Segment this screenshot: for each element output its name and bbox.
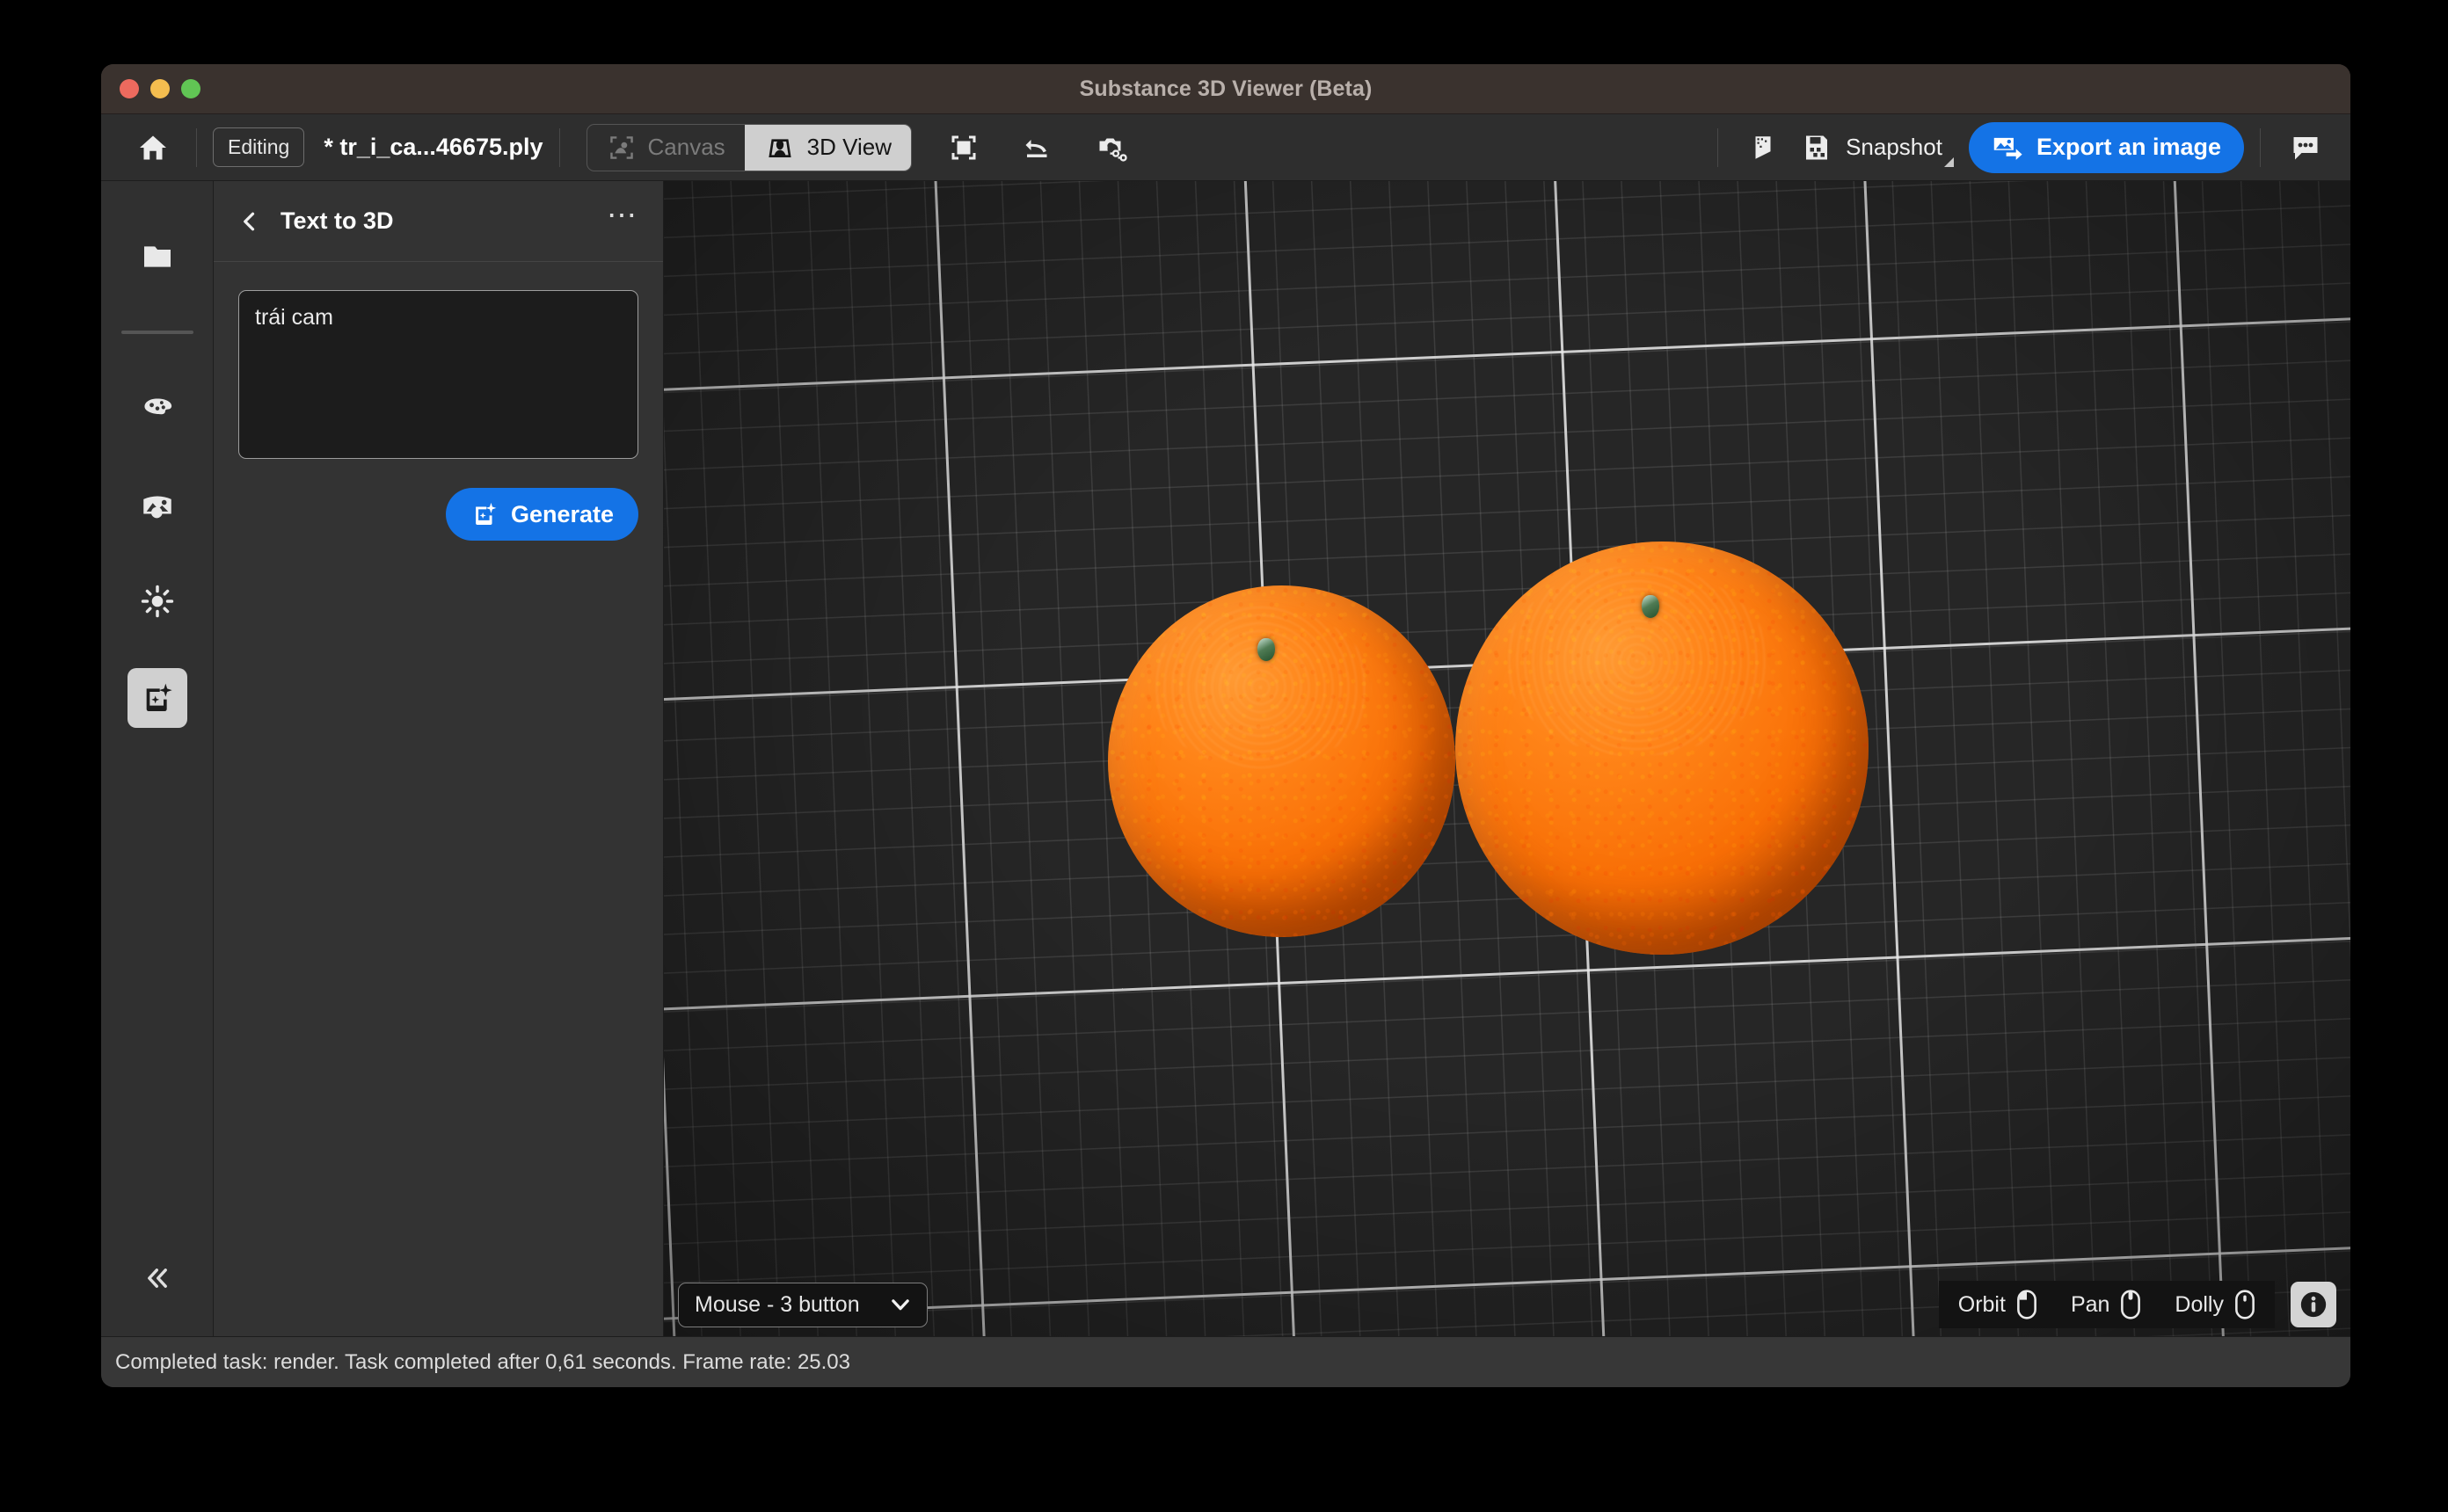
tab-3d-view[interactable]: 3D View xyxy=(744,124,912,171)
snapshot-button[interactable]: Snapshot xyxy=(1792,125,1956,171)
3d-viewport[interactable]: Mouse - 3 button Orbit Pan Dolly xyxy=(664,181,2350,1336)
orange-left-stem xyxy=(1257,638,1275,661)
generate-sparkle-icon xyxy=(146,683,172,711)
generate-sparkle-icon xyxy=(476,502,497,525)
zoom-button[interactable] xyxy=(181,79,200,98)
navigation-hints: Orbit Pan Dolly xyxy=(1938,1281,2275,1328)
prompt-input[interactable] xyxy=(238,290,638,459)
window-title: Substance 3D Viewer (Beta) xyxy=(1079,76,1373,101)
status-bar: Completed task: render. Task completed a… xyxy=(101,1336,2350,1387)
sidebar-item-assets[interactable] xyxy=(128,227,187,287)
export-image-icon xyxy=(1993,137,2022,160)
generate-label: Generate xyxy=(510,500,614,527)
sidebar-item-materials[interactable] xyxy=(128,378,187,438)
orange-right-stem xyxy=(1641,595,1659,619)
home-button[interactable] xyxy=(126,114,180,180)
toolbar-divider-3 xyxy=(1717,127,1719,167)
generate-button[interactable]: Generate xyxy=(445,488,638,541)
panel-back-button[interactable] xyxy=(230,201,270,242)
toolbar-divider-4 xyxy=(2260,127,2261,167)
hint-orbit: Orbit xyxy=(1958,1290,2037,1319)
orange-left-surface xyxy=(1108,585,1455,937)
panel-more-options-button[interactable]: ⋯ xyxy=(601,200,644,233)
tab-canvas[interactable]: Canvas xyxy=(587,125,745,171)
viewport-info-button[interactable] xyxy=(2291,1282,2336,1327)
minimize-button[interactable] xyxy=(150,79,170,98)
camera-settings-button[interactable] xyxy=(1082,123,1140,172)
tab-3d-view-label: 3D View xyxy=(806,134,892,160)
snapshot-icon xyxy=(1806,135,1828,159)
light-sun-icon xyxy=(141,585,173,618)
panel-header: Text to 3D ⋯ xyxy=(214,181,663,262)
orange-right-wrinkles xyxy=(1504,566,1770,757)
orange-right-surface xyxy=(1455,542,1869,955)
orange-right-object[interactable] xyxy=(1455,542,1869,976)
canvas-icon xyxy=(609,135,633,159)
chevron-down-icon xyxy=(891,1299,909,1311)
rail-divider xyxy=(120,331,193,334)
status-message: Completed task: render. Task completed a… xyxy=(115,1349,851,1374)
mouse-left-button-icon xyxy=(2017,1290,2036,1319)
hint-dolly-label: Dolly xyxy=(2175,1291,2224,1317)
feedback-button[interactable] xyxy=(2277,123,2335,172)
view-mode-tabs: Canvas 3D View xyxy=(586,123,913,171)
hint-pan-label: Pan xyxy=(2070,1291,2110,1317)
toolbar-divider-2 xyxy=(558,127,560,167)
editing-mode-chip[interactable]: Editing xyxy=(213,127,305,167)
collapse-sidebar-button[interactable] xyxy=(133,1254,182,1303)
feedback-icon xyxy=(2293,136,2318,159)
file-name-label: * tr_i_ca...46675.ply xyxy=(324,134,543,160)
chevron-double-left-icon xyxy=(147,1268,167,1288)
left-icon-rail xyxy=(101,181,214,1336)
tab-canvas-label: Canvas xyxy=(647,134,725,160)
palette-icon xyxy=(143,398,171,415)
snapshot-label: Snapshot xyxy=(1846,134,1942,160)
app-window: Substance 3D Viewer (Beta) Editing * tr_… xyxy=(101,64,2350,1387)
render-settings-icon xyxy=(1755,135,1771,159)
generate-row: Generate xyxy=(238,488,638,541)
reset-camera-icon xyxy=(1025,139,1047,157)
window-controls xyxy=(101,79,200,98)
folder-icon xyxy=(143,246,171,267)
mouse-mode-select[interactable]: Mouse - 3 button xyxy=(678,1282,928,1327)
chevron-left-icon xyxy=(244,212,255,230)
camera-settings-icon xyxy=(1099,138,1127,162)
sidebar-item-generative[interactable] xyxy=(127,668,187,728)
sidebar-item-environment[interactable] xyxy=(128,475,187,534)
close-button[interactable] xyxy=(120,79,139,98)
main-toolbar: Editing * tr_i_ca...46675.ply Canvas 3D … xyxy=(101,114,2350,181)
frame-selection-icon xyxy=(951,135,976,159)
panel-title: Text to 3D xyxy=(280,207,394,234)
home-icon xyxy=(140,135,166,159)
orange-left-wrinkles xyxy=(1149,607,1373,768)
toolbar-right-group: Snapshot Export an image xyxy=(1701,114,2335,180)
window-titlebar: Substance 3D Viewer (Beta) xyxy=(101,64,2350,114)
info-icon xyxy=(2300,1291,2327,1318)
environment-image-icon xyxy=(142,496,171,519)
toolbar-left-group: Editing * tr_i_ca...46675.ply Canvas 3D … xyxy=(101,114,1140,180)
sidebar-item-lighting[interactable] xyxy=(128,571,187,631)
hint-orbit-label: Orbit xyxy=(1957,1291,2006,1317)
render-settings-button[interactable] xyxy=(1734,123,1792,172)
mouse-middle-button-icon xyxy=(2121,1290,2141,1319)
mouse-mode-label: Mouse - 3 button xyxy=(695,1291,860,1317)
export-image-label: Export an image xyxy=(2036,134,2221,160)
reset-camera-button[interactable] xyxy=(1009,123,1067,172)
text-to-3d-panel: Text to 3D ⋯ Generate xyxy=(214,181,664,1336)
app-body: Text to 3D ⋯ Generate xyxy=(101,181,2350,1336)
toolbar-divider xyxy=(196,127,197,167)
3d-view-icon xyxy=(769,138,791,157)
hint-pan: Pan xyxy=(2071,1290,2141,1319)
snapshot-dropdown-indicator[interactable] xyxy=(1943,156,1954,167)
hint-dolly: Dolly xyxy=(2175,1290,2255,1319)
panel-body: Generate xyxy=(214,262,663,541)
export-image-button[interactable]: Export an image xyxy=(1968,121,2244,173)
frame-selection-button[interactable] xyxy=(935,123,993,172)
orange-left-object[interactable] xyxy=(1108,585,1455,955)
mouse-right-button-icon xyxy=(2235,1290,2255,1319)
